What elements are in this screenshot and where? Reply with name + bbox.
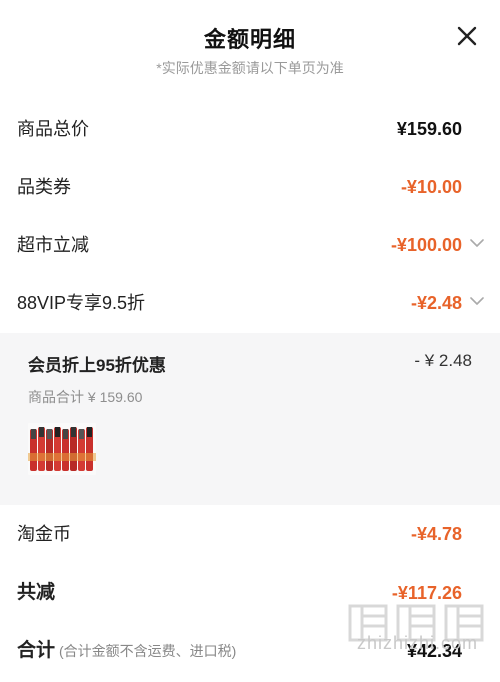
grand-total-amount: ¥42.34 — [406, 641, 462, 661]
taojinbi-label: 淘金币 — [17, 524, 71, 544]
goods-total-amount: ¥159.60 — [396, 119, 462, 139]
page-subtitle: *实际优惠金额请以下单页为准 — [156, 60, 344, 76]
supermarket-discount-label: 超市立减 — [17, 235, 89, 255]
toothbrush-product-image — [28, 423, 96, 475]
grand-total-note: (合计金额不含运费、进口税) — [59, 643, 237, 659]
grand-total-label-wrap: 合计 (合计金额不含运费、进口税) — [17, 622, 236, 680]
vip-detail-amount: - ¥ 2.48 — [414, 351, 472, 370]
header: 金额明细 *实际优惠金额请以下单页为准 — [0, 0, 500, 92]
product-thumbnail[interactable] — [28, 423, 96, 475]
taojinbi-row: 淘金币 -¥4.78 — [0, 505, 500, 563]
page-title: 金额明细 — [203, 27, 296, 52]
supermarket-discount-amount: -¥100.00 — [390, 235, 462, 255]
supermarket-discount-row[interactable]: 超市立减 -¥100.00 — [0, 216, 500, 274]
vip-detail-title: 会员折上95折优惠 — [28, 356, 166, 375]
total-reduction-amount: -¥117.26 — [391, 583, 462, 603]
chevron-down-icon[interactable] — [470, 238, 484, 248]
vip-detail-subtotal: 商品合计 ¥ 159.60 — [28, 389, 143, 405]
vip-discount-row[interactable]: 88VIP专享9.5折 -¥2.48 — [0, 274, 500, 332]
vip-discount-label: 88VIP专享9.5折 — [17, 293, 146, 313]
taojinbi-amount: -¥4.78 — [410, 524, 462, 544]
vip-discount-amount: -¥2.48 — [410, 293, 462, 313]
total-reduction-row: 共减 -¥117.26 — [0, 564, 500, 622]
grand-total-row: 合计 (合计金额不含运费、进口税) ¥42.34 — [0, 622, 500, 680]
chevron-down-icon[interactable] — [470, 296, 484, 306]
category-coupon-row: 品类券 -¥10.00 — [0, 158, 500, 216]
category-coupon-amount: -¥10.00 — [400, 177, 462, 197]
close-icon — [457, 26, 477, 46]
goods-total-row: 商品总价 ¥159.60 — [0, 100, 500, 158]
vip-detail-panel: 会员折上95折优惠 - ¥ 2.48 商品合计 ¥ 159.60 — [0, 333, 500, 505]
goods-total-label: 商品总价 — [17, 119, 89, 139]
total-reduction-label: 共减 — [17, 582, 56, 603]
category-coupon-label: 品类券 — [17, 177, 71, 197]
close-button[interactable] — [454, 23, 480, 49]
grand-total-label: 合计 — [17, 640, 56, 661]
